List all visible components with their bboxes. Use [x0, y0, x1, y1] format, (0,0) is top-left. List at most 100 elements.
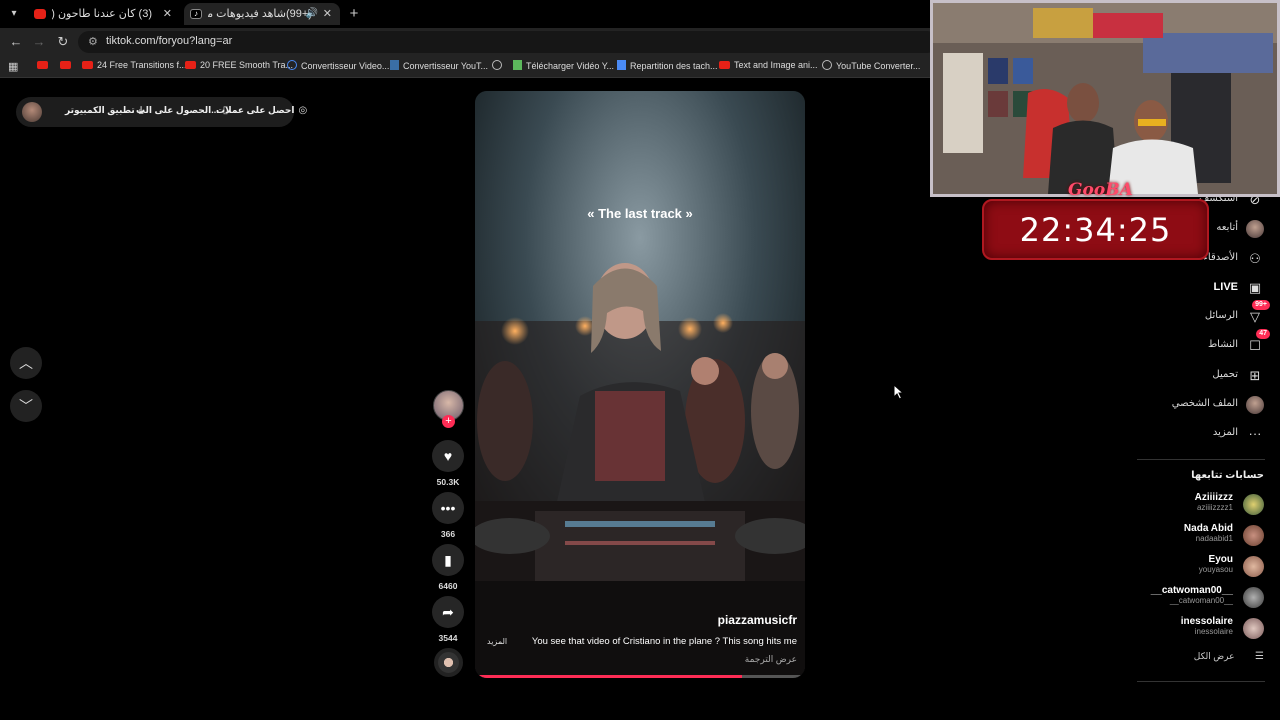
tab-title: (3) كان عندنا طاحون (سهر الليالي) [52, 8, 152, 20]
get-app-label: الحصول على الت... [136, 105, 219, 115]
following-account[interactable]: Eyou youyasou [1124, 554, 1264, 582]
avatar [1243, 494, 1264, 515]
friends-icon: ⚇ [1249, 251, 1261, 266]
account-handle: youyasou [1198, 565, 1233, 574]
desktop-app-button[interactable]: تطبيق الكمبيوتر ⤓ [65, 105, 143, 116]
avatar [1243, 618, 1264, 639]
bookmark-label: Text and Image ani... [734, 60, 818, 70]
account-handle: aziiiizzzz1 [1196, 503, 1233, 512]
apps-grid-icon[interactable]: ▦ [8, 60, 18, 73]
music-disc-icon[interactable] [434, 648, 463, 677]
bookmark-item[interactable]: Convertisseur YouT... [390, 60, 488, 71]
bookmark-item[interactable]: 24 Free Transitions f... [82, 60, 187, 70]
youtube-icon [82, 61, 93, 69]
bookmark-item[interactable]: 20 FREE Smooth Tra... [185, 60, 293, 70]
webcam-scene [933, 3, 1277, 194]
url-field[interactable]: ⚙ tiktok.com/foryou?lang=ar [78, 31, 938, 53]
following-account[interactable]: inessolaire inessolaire [1124, 616, 1264, 644]
share-arrow-icon: ➦ [442, 604, 454, 620]
sidebar-item-label: المزيد [1212, 427, 1238, 438]
follow-plus-icon[interactable]: + [442, 415, 455, 428]
bookmark-item[interactable] [492, 60, 506, 71]
comment-button[interactable]: ••• [432, 492, 464, 524]
bookmark-item[interactable]: Télécharger Vidéo Y... [513, 60, 614, 71]
video-description: You see that video of Cristiano in the p… [531, 636, 797, 647]
see-translation-link[interactable]: عرض الترجمة [745, 654, 797, 665]
top-actions-pill: تطبيق الكمبيوتر ⤓ الحصول على الت... ▯ احصل… [16, 97, 307, 127]
desktop-app-label: تطبيق الكمبيوتر [65, 105, 135, 115]
see-all-button[interactable]: عرض الكل ☰ [1194, 651, 1264, 662]
video-progress-bar[interactable] [475, 675, 805, 678]
video-progress-fill [475, 675, 743, 678]
sidebar-item-label: الأصدقاء [1203, 252, 1238, 263]
like-button[interactable]: ♥ [432, 440, 464, 472]
docs-icon [617, 60, 626, 70]
see-all-label: عرض الكل [1193, 651, 1235, 661]
google-icon [287, 60, 297, 70]
share-count: 3544 [438, 633, 458, 643]
reload-icon[interactable]: ↻ [55, 34, 71, 50]
channel-logo: GooBA [1068, 180, 1133, 200]
video-frame [475, 91, 805, 678]
following-account[interactable]: Nada Abid nadaabid1 [1124, 523, 1264, 551]
previous-video-button[interactable]: ︿ [10, 347, 42, 379]
back-icon[interactable]: ← [8, 34, 24, 50]
site-info-icon[interactable]: ⚙ [88, 35, 98, 48]
mouse-cursor-icon [893, 384, 905, 400]
following-account[interactable]: Aziiiizzz aziiiizzzz1 [1124, 492, 1264, 520]
download-icon [513, 60, 522, 70]
youtube-icon [60, 61, 71, 69]
comment-icon: ••• [440, 500, 456, 516]
bookmark-item[interactable]: YouTube Converter... [822, 60, 920, 71]
tab-title: (+99)شاهد فيديوهات متصدرة [208, 8, 312, 20]
speaker-icon[interactable]: 🔊 [306, 3, 318, 25]
account-handle: inessolaire [1194, 627, 1233, 636]
tab-close-icon[interactable]: ✕ [323, 3, 332, 25]
account-handle: __catwoman00__ [1169, 596, 1233, 605]
tab-search-chevron-icon[interactable]: ▾ [6, 6, 22, 22]
youtube-icon [37, 61, 48, 69]
profile-icon [1244, 394, 1266, 416]
bookmark-item[interactable]: Convertisseur Video... [287, 60, 389, 71]
next-video-button[interactable]: ﹀ [10, 390, 42, 422]
comment-count: 366 [440, 529, 456, 539]
description-more-link[interactable]: المزيد [487, 637, 507, 646]
browser-tab-youtube[interactable]: (3) كان عندنا طاحون (سهر الليالي) ✕ [28, 3, 180, 25]
bookmark-label: Télécharger Vidéo Y... [526, 61, 615, 71]
video-player[interactable]: « The last track » piazzamusicfr You see… [475, 91, 805, 678]
get-app-button[interactable]: الحصول على الت... ▯ [136, 105, 228, 116]
forward-icon[interactable]: → [31, 34, 47, 50]
bookmark-item[interactable]: Text and Image ani... [719, 60, 818, 70]
bookmark-item[interactable] [37, 60, 52, 70]
account-name: inessolaire [1180, 616, 1233, 627]
avatar[interactable] [22, 102, 42, 122]
webcam-overlay [930, 0, 1280, 197]
activity-icon: ☐ 47 [1244, 329, 1270, 357]
sidebar-divider [1137, 681, 1265, 682]
following-account[interactable]: __catwoman00__ __catwoman00__ [1124, 585, 1264, 613]
new-tab-button[interactable]: + [346, 4, 362, 24]
tab-close-icon[interactable]: ✕ [163, 3, 172, 25]
account-name: Nada Abid [1183, 523, 1233, 534]
avatar [1243, 587, 1264, 608]
more-icon: ··· [1248, 426, 1262, 441]
bookmark-item[interactable] [60, 60, 75, 70]
avatar [1243, 556, 1264, 577]
heart-icon: ♥ [443, 448, 453, 464]
sidebar-divider [1137, 459, 1265, 460]
save-button[interactable]: ▮ [432, 544, 464, 576]
bookmark-item[interactable]: Repartition des tach... [617, 60, 718, 71]
sidebar-item-label: LIVE [1213, 281, 1238, 293]
bookmark-label: Repartition des tach... [630, 61, 718, 71]
get-coins-button[interactable]: احصل على عملات ◎ [216, 105, 307, 116]
messages-badge: 99+ [1252, 300, 1270, 310]
youtube-favicon-icon [34, 9, 46, 19]
video-author[interactable]: piazzamusicfr [718, 613, 797, 627]
share-button[interactable]: ➦ [432, 596, 464, 628]
globe-icon [492, 60, 502, 70]
browser-tab-tiktok[interactable]: ♪ (+99)شاهد فيديوهات متصدرة 🔊 ✕ [184, 3, 340, 25]
sidebar-item-label: الرسائل [1204, 310, 1238, 321]
messages-icon: ▽ 99+ [1244, 300, 1270, 328]
youtube-icon [185, 61, 196, 69]
sidebar-item-label: النشاط [1207, 339, 1238, 350]
